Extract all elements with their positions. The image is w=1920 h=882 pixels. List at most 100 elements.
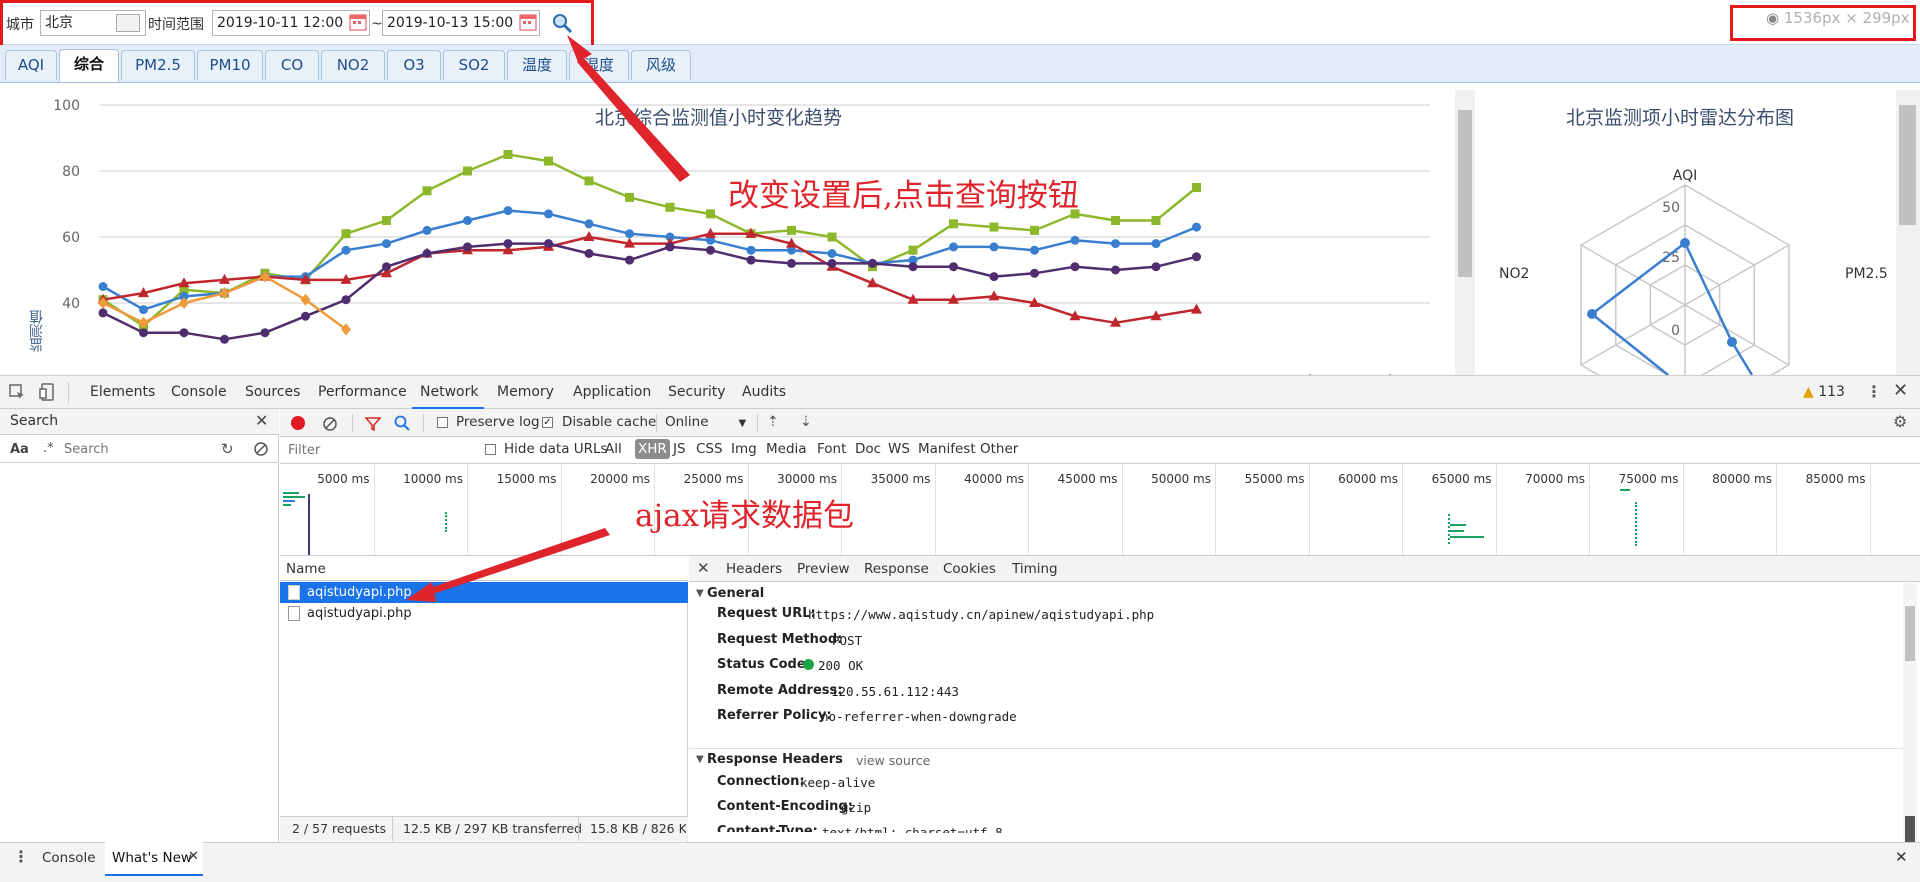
data-point[interactable] — [503, 206, 513, 216]
data-point[interactable] — [98, 282, 108, 291]
data-point[interactable] — [422, 186, 432, 196]
data-point[interactable] — [988, 290, 1000, 301]
data-point[interactable] — [260, 328, 270, 338]
data-point[interactable] — [98, 308, 108, 318]
settings-gear-icon[interactable]: ⚙ — [1893, 412, 1907, 431]
data-point[interactable] — [908, 245, 918, 255]
data-point[interactable] — [1151, 216, 1161, 225]
tab--[interactable]: 湿度 — [569, 50, 629, 80]
data-point[interactable] — [1111, 216, 1120, 225]
data-point[interactable] — [422, 249, 432, 258]
more-menu-icon[interactable]: ⋮ — [1866, 382, 1882, 401]
tab-pm2-5[interactable]: PM2.5 — [121, 50, 195, 80]
data-point[interactable] — [341, 323, 351, 336]
data-point[interactable] — [989, 222, 999, 232]
filter-xhr[interactable]: XHR — [635, 439, 670, 459]
data-point[interactable] — [1192, 222, 1201, 232]
detail-tab-headers[interactable]: Headers — [726, 561, 782, 577]
data-point[interactable] — [139, 305, 148, 315]
refresh-icon[interactable]: ↻ — [221, 440, 234, 458]
clear-log-icon[interactable] — [323, 416, 337, 431]
data-point[interactable] — [382, 239, 391, 249]
data-point[interactable] — [1030, 268, 1039, 278]
devtools-tab-console[interactable]: Console — [171, 384, 227, 400]
data-point[interactable] — [1191, 303, 1202, 314]
filter-js[interactable]: JS — [673, 441, 686, 457]
close-detail-icon[interactable]: ✕ — [697, 559, 710, 577]
import-har-icon[interactable]: ⇡ — [767, 414, 779, 430]
data-point[interactable] — [422, 225, 432, 235]
data-point[interactable] — [949, 262, 958, 272]
data-point[interactable] — [463, 216, 472, 225]
tab--[interactable]: 温度 — [507, 50, 567, 80]
regex-toggle[interactable]: .* — [43, 441, 54, 456]
data-point[interactable] — [665, 202, 675, 212]
tab--[interactable]: 风级 — [631, 50, 691, 80]
data-point[interactable] — [746, 255, 756, 265]
devtools-tab-network[interactable]: Network — [420, 384, 478, 400]
filter-css[interactable]: CSS — [696, 441, 723, 457]
data-point[interactable] — [989, 272, 999, 282]
hide-data-urls-checkbox[interactable] — [485, 444, 496, 455]
data-point[interactable] — [1151, 239, 1161, 249]
data-point[interactable] — [139, 328, 148, 338]
chart-scrollbar-thumb[interactable] — [1458, 110, 1472, 277]
filter-img[interactable]: Img — [731, 441, 757, 457]
data-point[interactable] — [949, 219, 958, 229]
tab-aqi[interactable]: AQI — [5, 50, 57, 80]
record-icon[interactable] — [291, 416, 305, 430]
tab-no2[interactable]: NO2 — [321, 50, 385, 80]
view-source-link[interactable]: view source — [856, 753, 930, 768]
data-point[interactable] — [301, 311, 310, 321]
data-point[interactable] — [1111, 265, 1120, 275]
match-case-toggle[interactable]: Aa — [10, 442, 29, 457]
data-point[interactable] — [179, 328, 189, 338]
data-point[interactable] — [625, 229, 634, 239]
close-drawer-icon[interactable]: ✕ — [1895, 848, 1908, 866]
filter-input[interactable] — [284, 440, 470, 460]
name-column-header[interactable] — [280, 556, 688, 581]
drawer-tab-console[interactable]: Console — [42, 850, 96, 866]
filter-font[interactable]: Font — [817, 441, 846, 457]
data-point[interactable] — [584, 176, 594, 186]
devtools-tab-elements[interactable]: Elements — [90, 384, 155, 400]
data-point[interactable] — [706, 209, 715, 219]
data-point[interactable] — [503, 150, 513, 159]
devtools-tab-audits[interactable]: Audits — [742, 384, 786, 400]
search-icon[interactable] — [394, 415, 410, 431]
data-point[interactable] — [1111, 239, 1120, 249]
data-point[interactable] — [341, 245, 351, 255]
tab-pm10[interactable]: PM10 — [197, 50, 263, 80]
tab-co[interactable]: CO — [265, 50, 319, 80]
search-input[interactable] — [60, 439, 215, 459]
page-scrollbar-thumb[interactable] — [1899, 105, 1916, 225]
detail-tab-preview[interactable]: Preview — [797, 561, 850, 577]
data-point[interactable] — [746, 245, 756, 255]
filter-icon[interactable] — [364, 416, 382, 432]
devtools-tab-application[interactable]: Application — [573, 384, 651, 400]
data-point[interactable] — [868, 258, 877, 268]
detail-tab-timing[interactable]: Timing — [1012, 561, 1058, 577]
data-point[interactable] — [382, 216, 391, 225]
filter-doc[interactable]: Doc — [855, 441, 881, 457]
filter-ws[interactable]: WS — [888, 441, 910, 457]
close-devtools-icon[interactable]: ✕ — [1893, 380, 1908, 401]
data-point[interactable] — [1192, 183, 1201, 192]
inspect-icon[interactable] — [9, 384, 26, 401]
drawer-menu-icon[interactable]: ⋮ — [13, 847, 29, 866]
filter-all[interactable]: All — [605, 441, 622, 457]
export-har-icon[interactable]: ⇣ — [800, 414, 812, 430]
expand-arrow-icon[interactable]: ▼ — [696, 754, 704, 765]
close-tab-icon[interactable]: ✕ — [188, 849, 199, 864]
response-headers-title[interactable]: Response Headers — [707, 752, 843, 767]
data-point[interactable] — [827, 258, 837, 268]
preserve-log-checkbox[interactable] — [437, 417, 448, 428]
data-point[interactable] — [584, 219, 594, 229]
filter-other[interactable]: Other — [980, 441, 1018, 457]
data-point[interactable] — [1192, 252, 1201, 262]
data-point[interactable] — [949, 242, 958, 252]
close-search-icon[interactable]: ✕ — [255, 411, 268, 430]
data-point[interactable] — [583, 231, 595, 241]
radar-point[interactable] — [1727, 337, 1737, 347]
data-point[interactable] — [827, 232, 837, 242]
